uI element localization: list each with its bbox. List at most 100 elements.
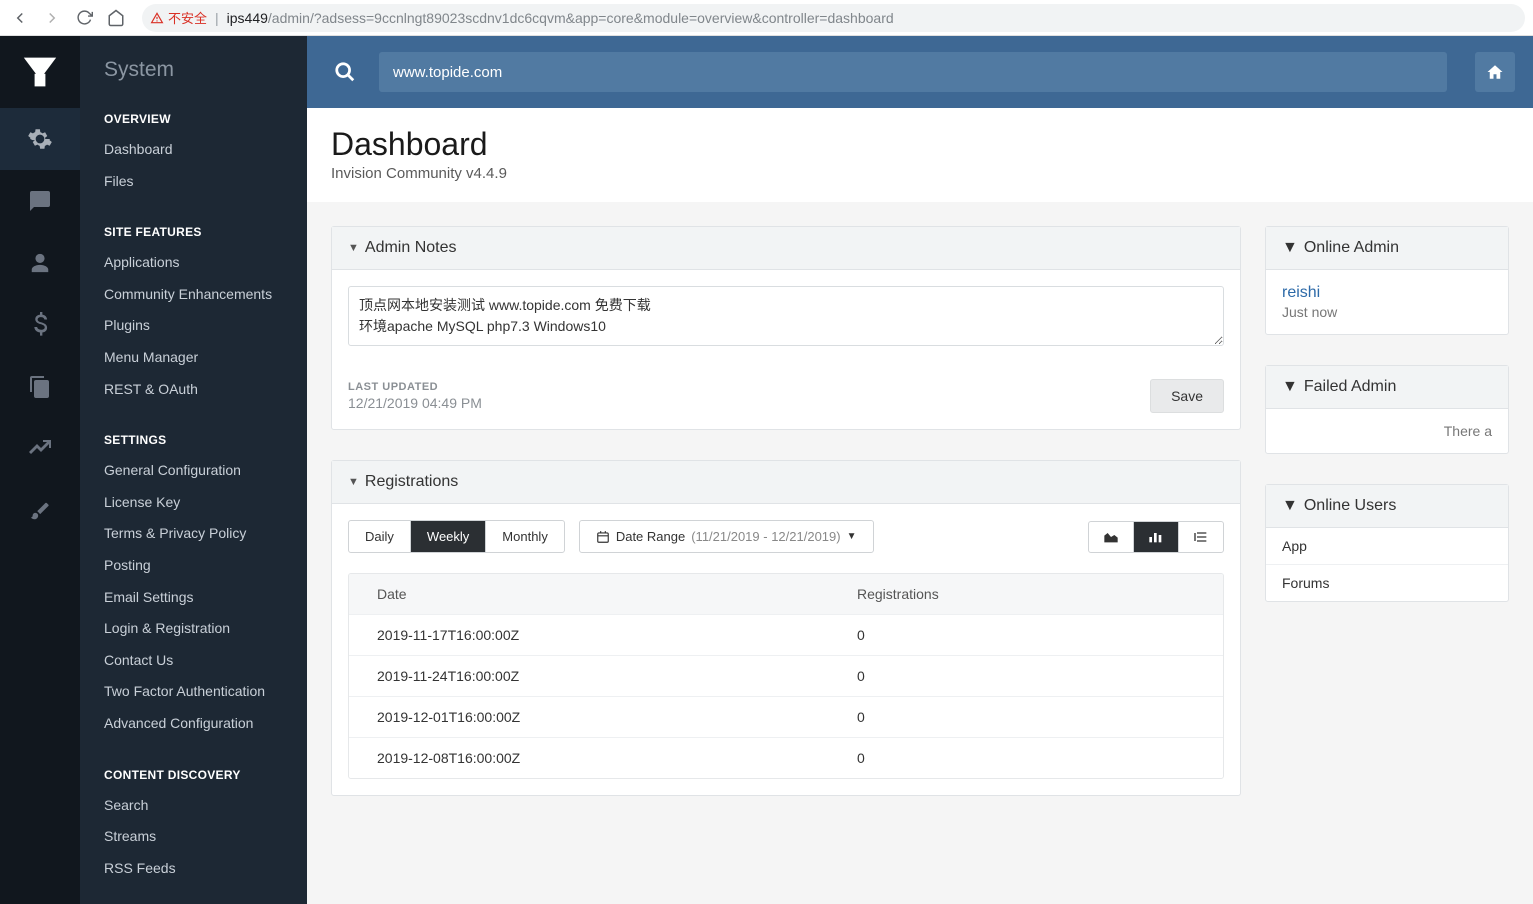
- online-users-title: Online Users: [1304, 497, 1396, 515]
- insecure-label: 不安全: [168, 8, 207, 27]
- sidebar-item-license-key[interactable]: License Key: [80, 487, 307, 519]
- caret-down-icon: ▼: [348, 242, 359, 254]
- rail-commerce-icon[interactable]: [0, 294, 80, 356]
- last-updated-value: 12/21/2019 04:49 PM: [348, 395, 482, 411]
- table-row: 2019-11-17T16:00:00Z 0: [349, 614, 1223, 655]
- topbar: www.topide.com: [307, 36, 1533, 108]
- admin-notes-head[interactable]: ▼ Admin Notes: [332, 227, 1240, 270]
- sidebar-item-two-factor[interactable]: Two Factor Authentication: [80, 676, 307, 708]
- admin-notes-textarea[interactable]: [348, 286, 1224, 346]
- failed-admin-title: Failed Admin: [1304, 378, 1397, 396]
- rail-system-icon[interactable]: [0, 108, 80, 170]
- online-admin-user-link[interactable]: reishi: [1282, 284, 1492, 302]
- app-logo[interactable]: [0, 36, 80, 108]
- registrations-panel: ▼ Registrations Daily Weekly Monthly: [331, 460, 1241, 796]
- browser-reload-button[interactable]: [72, 6, 96, 30]
- rail-stats-icon[interactable]: [0, 418, 80, 480]
- insecure-warning-icon: 不安全: [150, 8, 207, 27]
- sidebar-item-search[interactable]: Search: [80, 790, 307, 822]
- calendar-icon: [596, 530, 610, 544]
- admin-notes-meta: LAST UPDATED 12/21/2019 04:49 PM: [348, 381, 482, 411]
- browser-forward-button[interactable]: [40, 6, 64, 30]
- browser-url-text: ips449/admin/?adsess=9ccnlngt89023scdnv1…: [227, 10, 894, 26]
- registrations-head[interactable]: ▼ Registrations: [332, 461, 1240, 504]
- tab-daily[interactable]: Daily: [349, 521, 411, 552]
- caret-down-icon: ▼: [1282, 497, 1298, 515]
- failed-admin-empty: There a: [1266, 409, 1508, 453]
- main: www.topide.com Dashboard Invision Commun…: [307, 36, 1533, 904]
- sidebar-item-login-registration[interactable]: Login & Registration: [80, 613, 307, 645]
- section-head-site-features: SITE FEATURES: [80, 215, 307, 247]
- view-table-icon[interactable]: [1179, 522, 1223, 552]
- failed-admin-head[interactable]: ▼ Failed Admin: [1266, 366, 1508, 409]
- online-users-item-app[interactable]: App: [1266, 528, 1508, 564]
- sidebar: System OVERVIEW Dashboard Files SITE FEA…: [80, 36, 307, 904]
- browser-back-button[interactable]: [8, 6, 32, 30]
- sidebar-item-terms-privacy[interactable]: Terms & Privacy Policy: [80, 518, 307, 550]
- browser-home-button[interactable]: [104, 6, 128, 30]
- view-bar-chart-icon[interactable]: [1134, 522, 1179, 552]
- online-users-item-forums[interactable]: Forums: [1266, 564, 1508, 601]
- sidebar-item-streams[interactable]: Streams: [80, 821, 307, 853]
- section-head-overview: OVERVIEW: [80, 102, 307, 134]
- online-admin-time: Just now: [1282, 304, 1492, 320]
- online-admins-title: Online Admin: [1304, 239, 1399, 257]
- chart-view-selector: [1088, 521, 1224, 553]
- rail-members-icon[interactable]: [0, 232, 80, 294]
- caret-down-icon: ▼: [348, 476, 359, 488]
- registrations-toolbar: Daily Weekly Monthly Date Range (11/21/2…: [332, 504, 1240, 563]
- interval-selector: Daily Weekly Monthly: [348, 520, 565, 553]
- sidebar-item-applications[interactable]: Applications: [80, 247, 307, 279]
- sidebar-item-dashboard[interactable]: Dashboard: [80, 134, 307, 166]
- rail-customize-icon[interactable]: [0, 480, 80, 542]
- search-input[interactable]: www.topide.com: [379, 52, 1447, 92]
- last-updated-label: LAST UPDATED: [348, 381, 482, 393]
- sidebar-item-advanced-config[interactable]: Advanced Configuration: [80, 708, 307, 740]
- sidebar-item-general-config[interactable]: General Configuration: [80, 455, 307, 487]
- page-title: Dashboard: [331, 126, 1509, 163]
- sidebar-item-menu-manager[interactable]: Menu Manager: [80, 342, 307, 374]
- registrations-table: Date Registrations 2019-11-17T16:00:00Z …: [348, 573, 1224, 779]
- browser-chrome: 不安全 | ips449/admin/?adsess=9ccnlngt89023…: [0, 0, 1533, 36]
- caret-down-icon: ▼: [1282, 378, 1298, 396]
- section-head-content-discovery: CONTENT DISCOVERY: [80, 758, 307, 790]
- sidebar-item-email-settings[interactable]: Email Settings: [80, 582, 307, 614]
- date-range-picker[interactable]: Date Range (11/21/2019 - 12/21/2019) ▼: [579, 520, 874, 553]
- rail-community-icon[interactable]: [0, 170, 80, 232]
- tab-weekly[interactable]: Weekly: [411, 521, 486, 552]
- sidebar-item-community-enhancements[interactable]: Community Enhancements: [80, 279, 307, 311]
- online-admins-panel: ▼ Online Admin reishi Just now: [1265, 226, 1509, 335]
- icon-rail: [0, 36, 80, 904]
- table-header: Date Registrations: [349, 574, 1223, 614]
- chevron-down-icon: ▼: [847, 531, 857, 542]
- sidebar-item-posting[interactable]: Posting: [80, 550, 307, 582]
- online-users-head[interactable]: ▼ Online Users: [1266, 485, 1508, 528]
- registrations-title: Registrations: [365, 473, 458, 491]
- search-value: www.topide.com: [393, 64, 502, 81]
- page-subtitle: Invision Community v4.4.9: [331, 165, 1509, 182]
- view-area-chart-icon[interactable]: [1089, 522, 1134, 552]
- page-header: Dashboard Invision Community v4.4.9: [307, 108, 1533, 202]
- sidebar-item-rest-oauth[interactable]: REST & OAuth: [80, 374, 307, 406]
- sidebar-item-files[interactable]: Files: [80, 166, 307, 198]
- sidebar-title: System: [80, 36, 307, 102]
- tab-monthly[interactable]: Monthly: [486, 521, 564, 552]
- caret-down-icon: ▼: [1282, 239, 1298, 257]
- sidebar-item-rss-feeds[interactable]: RSS Feeds: [80, 853, 307, 885]
- sidebar-item-contact-us[interactable]: Contact Us: [80, 645, 307, 677]
- search-icon[interactable]: [325, 52, 365, 92]
- admin-notes-title: Admin Notes: [365, 239, 457, 257]
- table-row: 2019-12-01T16:00:00Z 0: [349, 696, 1223, 737]
- date-range-value: (11/21/2019 - 12/21/2019): [691, 529, 840, 544]
- rail-pages-icon[interactable]: [0, 356, 80, 418]
- save-button[interactable]: Save: [1150, 379, 1224, 413]
- section-head-settings: SETTINGS: [80, 423, 307, 455]
- col-date: Date: [377, 586, 857, 602]
- topbar-home-button[interactable]: [1475, 52, 1515, 92]
- sidebar-item-plugins[interactable]: Plugins: [80, 310, 307, 342]
- online-users-panel: ▼ Online Users App Forums: [1265, 484, 1509, 602]
- col-count: Registrations: [857, 586, 1195, 602]
- online-admins-head[interactable]: ▼ Online Admin: [1266, 227, 1508, 270]
- table-row: 2019-11-24T16:00:00Z 0: [349, 655, 1223, 696]
- browser-url-bar[interactable]: 不安全 | ips449/admin/?adsess=9ccnlngt89023…: [142, 4, 1525, 32]
